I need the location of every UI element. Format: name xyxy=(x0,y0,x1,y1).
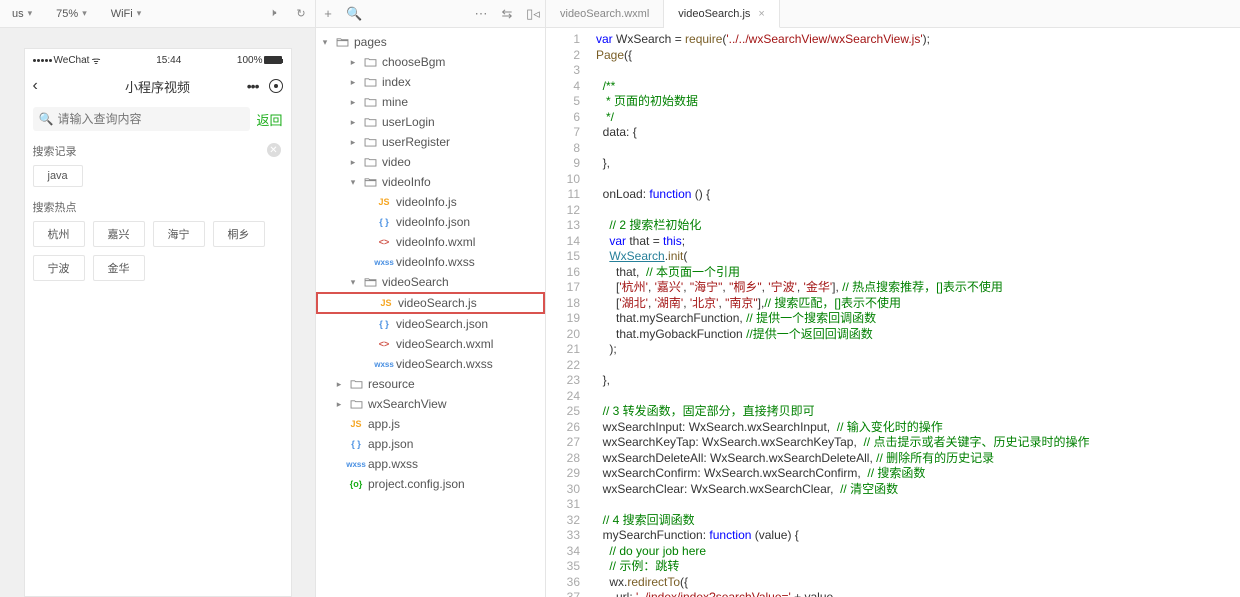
tree-item[interactable]: JSapp.js xyxy=(316,414,545,434)
tree-item[interactable]: ▾videoSearch xyxy=(316,272,545,292)
tree-item[interactable]: { }app.json xyxy=(316,434,545,454)
tree-toolbar: + 🔍 ⋯ ⇆ ▯◃ xyxy=(316,0,545,28)
tree-item[interactable]: <>videoSearch.wxml xyxy=(316,334,545,354)
search-icon: 🔍 xyxy=(39,112,54,126)
code-area[interactable]: 1234567891011121314151617181920212223242… xyxy=(546,28,1240,597)
hot-tag[interactable]: 桐乡 xyxy=(213,221,265,247)
hot-title: 搜索热点 xyxy=(33,199,283,215)
folder-icon xyxy=(362,157,378,167)
simulator-toolbar: us ▾ 75% ▾ WiFi ▾ 🕨 ↻ xyxy=(0,0,315,28)
editor-tab[interactable]: videoSearch.wxml xyxy=(546,0,664,28)
signal-icon xyxy=(33,59,52,62)
hot-tag[interactable]: 宁波 xyxy=(33,255,85,281)
js-icon: JS xyxy=(378,298,394,308)
json-icon: { } xyxy=(348,439,364,449)
tree-item[interactable]: wxssapp.wxss xyxy=(316,454,545,474)
folder-icon xyxy=(348,379,364,389)
json-icon: {o} xyxy=(348,479,364,489)
tree-item[interactable]: ▾videoInfo xyxy=(316,172,545,192)
page-title: 小程序视频 xyxy=(25,77,291,96)
folder-icon xyxy=(362,77,378,87)
clear-history-icon[interactable]: ✕ xyxy=(267,143,281,157)
tree-item[interactable]: wxssvideoInfo.wxss xyxy=(316,252,545,272)
time-label: 15:44 xyxy=(156,55,181,66)
history-title: 搜索记录 xyxy=(33,143,283,159)
folder-icon xyxy=(362,137,378,147)
wxml-icon: <> xyxy=(376,339,392,349)
add-file-icon[interactable]: + xyxy=(320,6,336,21)
js-icon: JS xyxy=(376,197,392,207)
tree-item[interactable]: {o}project.config.json xyxy=(316,474,545,494)
folder-open-icon xyxy=(334,37,350,47)
tree-item[interactable]: ▸chooseBgm xyxy=(316,52,545,72)
hot-tag[interactable]: 嘉兴 xyxy=(93,221,145,247)
status-bar: WeChat ᯤ 15:44 100% xyxy=(25,49,291,71)
tree-item[interactable]: ▸mine xyxy=(316,92,545,112)
tree-search-icon[interactable]: 🔍 xyxy=(346,6,362,22)
phone-frame: WeChat ᯤ 15:44 100% ‹ 小程序视频 ••• xyxy=(24,48,292,597)
more-icon[interactable]: ⋯ xyxy=(473,6,489,22)
tree-item[interactable]: ▸userRegister xyxy=(316,132,545,152)
settings-icon[interactable]: ⇆ xyxy=(499,6,515,22)
folder-icon xyxy=(362,57,378,67)
us-dropdown[interactable]: us ▾ xyxy=(4,6,40,22)
collapse-icon[interactable]: ▯◃ xyxy=(525,6,541,22)
battery-label: 100% xyxy=(237,55,263,66)
tree-folder-pages[interactable]: ▾ pages xyxy=(316,32,545,52)
tree-item[interactable]: { }videoSearch.json xyxy=(316,314,545,334)
search-box[interactable]: 🔍 xyxy=(33,107,251,131)
folder-open-icon xyxy=(362,277,378,287)
file-tree-panel: + 🔍 ⋯ ⇆ ▯◃ ▾ pages ▸chooseBgm▸index▸mine… xyxy=(316,0,546,597)
search-input[interactable] xyxy=(57,112,244,126)
tree-item[interactable]: JSvideoSearch.js xyxy=(316,292,545,314)
mute-icon[interactable]: 🕨 xyxy=(263,7,283,20)
return-button[interactable]: 返回 xyxy=(256,110,282,129)
tree-item[interactable]: <>videoInfo.wxml xyxy=(316,232,545,252)
nav-bar: ‹ 小程序视频 ••• xyxy=(25,71,291,101)
tree-item[interactable]: ▸video xyxy=(316,152,545,172)
wxml-icon: <> xyxy=(376,237,392,247)
editor-panel: videoSearch.wxmlvideoSearch.js× 12345678… xyxy=(546,0,1240,597)
hot-tag[interactable]: 杭州 xyxy=(33,221,85,247)
code-content[interactable]: var WxSearch = require('../../wxSearchVi… xyxy=(588,28,1240,597)
tree-item[interactable]: ▸userLogin xyxy=(316,112,545,132)
simulator-panel: us ▾ 75% ▾ WiFi ▾ 🕨 ↻ WeChat ᯤ 15:44 100… xyxy=(0,0,316,597)
network-dropdown[interactable]: WiFi ▾ xyxy=(103,6,150,22)
hot-tag[interactable]: 金华 xyxy=(93,255,145,281)
folder-open-icon xyxy=(362,177,378,187)
close-icon[interactable]: × xyxy=(758,8,764,20)
zoom-dropdown[interactable]: 75% ▾ xyxy=(48,6,95,22)
folder-icon xyxy=(362,117,378,127)
tree-item[interactable]: ▸wxSearchView xyxy=(316,394,545,414)
rotate-icon[interactable]: ↻ xyxy=(291,7,311,20)
wxss-icon: wxss xyxy=(376,258,392,267)
wxss-icon: wxss xyxy=(376,360,392,369)
line-gutter: 1234567891011121314151617181920212223242… xyxy=(546,28,588,597)
json-icon: { } xyxy=(376,217,392,227)
editor-tab[interactable]: videoSearch.js× xyxy=(664,0,780,28)
history-tag[interactable]: java xyxy=(33,165,83,187)
json-icon: { } xyxy=(376,319,392,329)
js-icon: JS xyxy=(348,419,364,429)
tree-item[interactable]: wxssvideoSearch.wxss xyxy=(316,354,545,374)
tree-item[interactable]: { }videoInfo.json xyxy=(316,212,545,232)
wxss-icon: wxss xyxy=(348,460,364,469)
hot-tag[interactable]: 海宁 xyxy=(153,221,205,247)
wifi-icon: ᯤ xyxy=(91,53,100,67)
carrier-label: WeChat xyxy=(54,55,90,66)
tree-item[interactable]: ▸resource xyxy=(316,374,545,394)
editor-tabs: videoSearch.wxmlvideoSearch.js× xyxy=(546,0,1240,28)
tree-item[interactable]: ▸index xyxy=(316,72,545,92)
battery-icon xyxy=(264,56,282,64)
folder-icon xyxy=(362,97,378,107)
tree-item[interactable]: JSvideoInfo.js xyxy=(316,192,545,212)
folder-icon xyxy=(348,399,364,409)
